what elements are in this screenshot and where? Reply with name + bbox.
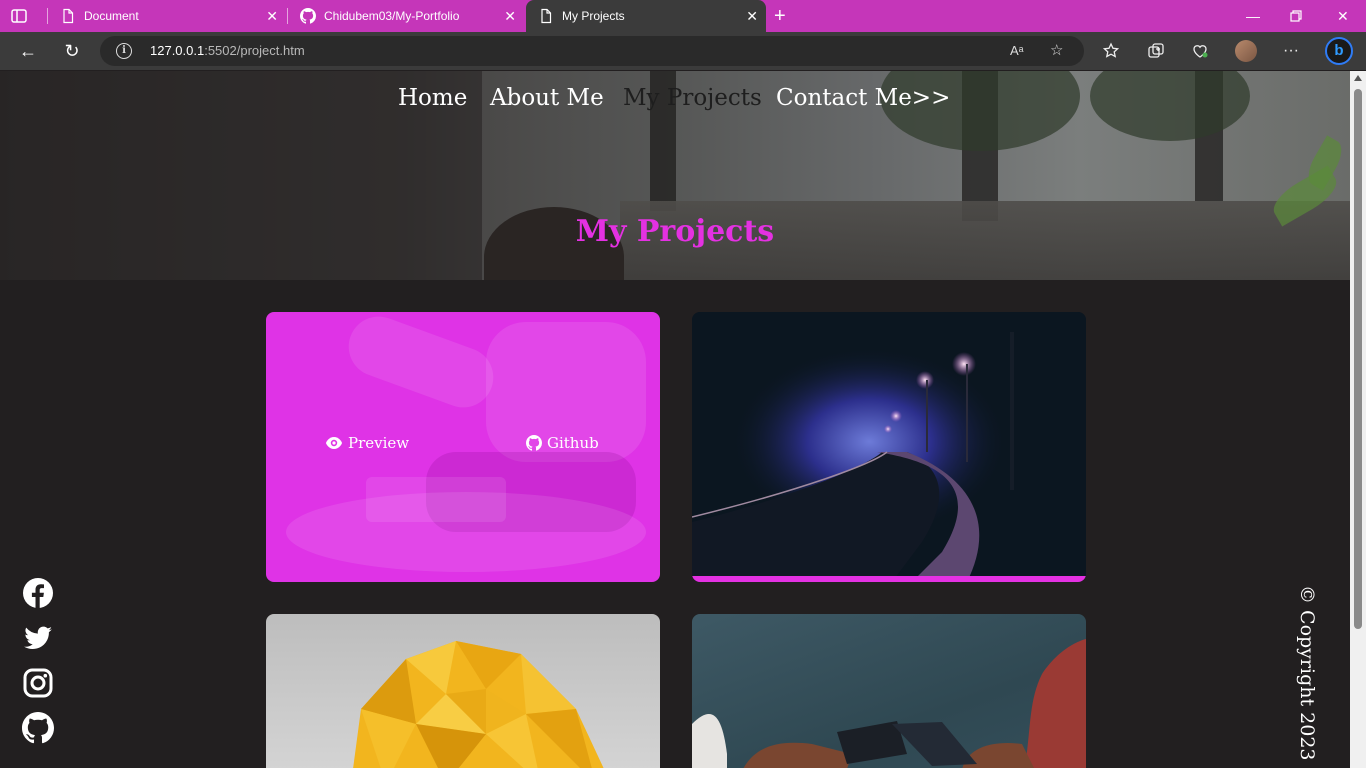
tab-title: My Projects [562,9,625,23]
nav-home-link[interactable]: Home [398,85,467,111]
twitter-icon[interactable] [22,622,54,654]
project-card[interactable]: Preview Github [266,312,660,582]
github-label: Github [547,434,599,452]
document-icon [541,8,552,24]
new-tab-button[interactable]: + [774,5,786,27]
more-options-icon[interactable]: ··· [1283,41,1299,61]
collections-icon[interactable] [1147,42,1165,60]
tab-title: Document [84,9,139,23]
card-image-shape [340,312,502,416]
main-nav: Home About Me My Projects Contact Me>> [0,85,1350,115]
github-icon [300,8,316,24]
bing-copilot-icon[interactable]: b [1325,37,1353,65]
nav-projects-link[interactable]: My Projects [623,85,762,111]
scroll-up-arrow-icon[interactable] [1354,75,1362,81]
minimize-button[interactable]: — [1246,7,1260,25]
tab-close-button[interactable]: ✕ [266,7,278,25]
tab-title: Chidubem03/My-Portfolio [324,9,460,23]
tab-github-repo[interactable]: Chidubem03/My-Portfolio ✕ [288,0,524,32]
scrollbar-thumb[interactable] [1354,89,1362,629]
read-aloud-icon[interactable]: Aᵃ [1010,43,1024,58]
site-info-icon[interactable]: i [116,43,132,59]
tab-close-button[interactable]: ✕ [504,7,516,25]
browser-address-bar: ← ↻ i 127.0.0.1:5502/project.htm Aᵃ ☆ ··… [0,32,1366,70]
card-accent-bar [692,576,1086,582]
refresh-icon[interactable]: ↻ [62,41,82,61]
url-text: 127.0.0.1:5502/project.htm [150,43,305,58]
project-card[interactable] [692,614,1086,768]
tab-my-projects[interactable]: My Projects ✕ [526,0,766,32]
page-viewport: Home About Me My Projects Contact Me>> M… [0,71,1350,768]
preview-label: Preview [348,434,410,452]
favorite-star-icon[interactable]: ☆ [1050,41,1063,59]
back-arrow-icon[interactable]: ← [18,41,38,61]
url-host: 127.0.0.1 [150,43,205,58]
document-icon [63,8,74,24]
profile-avatar[interactable] [1235,40,1257,62]
browser-tab-bar: Document ✕ Chidubem03/My-Portfolio ✕ My … [0,0,1366,32]
page-title: My Projects [575,214,775,249]
nav-about-link[interactable]: About Me [490,85,604,111]
tab-close-button[interactable]: ✕ [746,7,758,25]
project-card[interactable] [266,614,660,768]
url-path: :5502/project.htm [204,43,305,58]
browser-essentials-icon[interactable] [1191,42,1209,60]
url-field[interactable]: i 127.0.0.1:5502/project.htm Aᵃ ☆ [100,36,1084,66]
eye-icon [326,437,342,449]
github-link[interactable]: Github [526,434,599,452]
nav-contact-link[interactable]: Contact Me>> [776,85,950,111]
close-window-button[interactable]: ✕ [1337,7,1349,25]
copyright-text: © Copyright 2023 [1296,585,1318,761]
hands-smartphone-image [692,639,1086,768]
card-image-shape [286,492,646,572]
workspaces-icon[interactable] [10,7,28,25]
github-icon [526,435,542,451]
instagram-icon[interactable] [22,667,54,699]
hero-banner: Home About Me My Projects Contact Me>> M… [0,71,1350,280]
facebook-icon[interactable] [22,577,54,609]
github-icon[interactable] [22,712,54,744]
yellow-origami-image [353,641,604,768]
hero-bg-shape [1302,135,1348,191]
project-card[interactable] [692,312,1086,582]
restore-icon[interactable] [1290,10,1302,22]
night-road-image [692,312,1086,582]
tab-document[interactable]: Document ✕ [48,0,286,32]
preview-link[interactable]: Preview [325,434,409,452]
favorites-icon[interactable] [1102,42,1120,60]
page-scrollbar[interactable] [1350,71,1366,768]
